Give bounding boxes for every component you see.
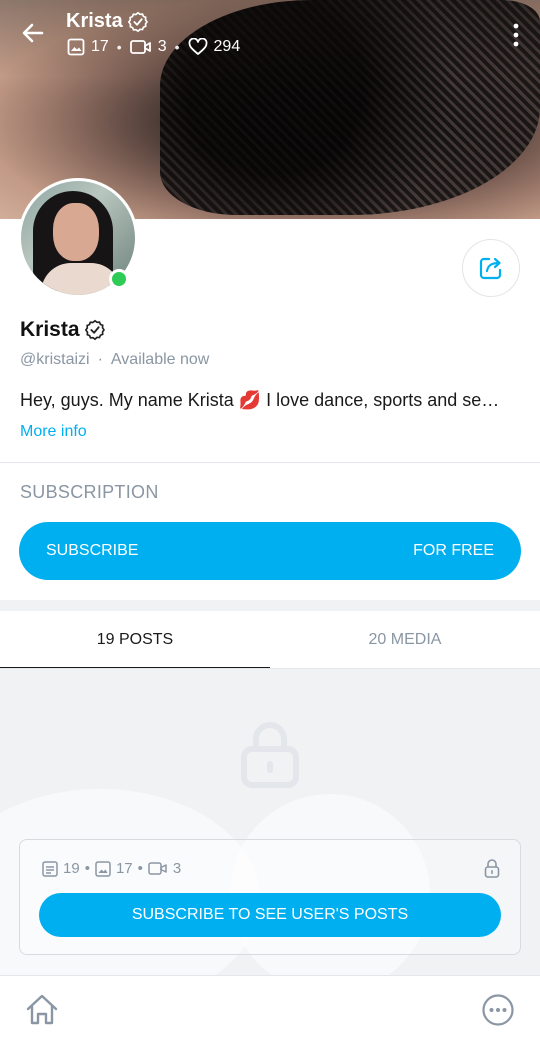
lock-icon xyxy=(241,722,299,788)
availability-status: Available now xyxy=(110,351,210,368)
online-status-indicator xyxy=(109,269,129,289)
header-name: Krista xyxy=(66,10,123,32)
share-icon xyxy=(479,257,502,280)
section-gap xyxy=(0,600,540,611)
header-title: Krista xyxy=(66,10,149,33)
profile-bio: Hey, guys. My name Krista 💋 I love dance… xyxy=(20,390,500,410)
more-info-link[interactable]: More info xyxy=(20,423,87,441)
subscribe-button[interactable]: SUBSCRIBE FOR FREE xyxy=(19,522,521,580)
bottom-navigation xyxy=(0,975,540,1042)
tab-posts[interactable]: 19 POSTS xyxy=(0,611,270,669)
video-count: 3 xyxy=(157,38,167,55)
post-count: 19 xyxy=(63,860,80,877)
subscription-title: SUBSCRIPTION xyxy=(20,482,159,502)
verified-badge-icon xyxy=(84,319,105,341)
photo-count: 17 xyxy=(115,860,133,877)
username: @kristaizi xyxy=(20,351,90,368)
image-icon xyxy=(95,860,111,877)
tab-media[interactable]: 20 MEDIA xyxy=(270,611,540,669)
video-icon xyxy=(148,862,167,875)
divider xyxy=(0,462,540,463)
more-icon[interactable] xyxy=(481,993,515,1027)
header-stats: 17 • 3 • 294 xyxy=(67,38,240,56)
likes-count: 294 xyxy=(213,38,241,55)
home-icon[interactable] xyxy=(24,992,60,1028)
post-icon xyxy=(42,860,58,877)
lock-icon xyxy=(484,859,500,878)
locked-stats: 19 • 17 • 3 xyxy=(42,860,181,877)
video-icon xyxy=(129,40,151,54)
locked-posts-card: 19 • 17 • 3 SUBSCRIBE TO SEE USER'S POST… xyxy=(19,839,521,955)
image-icon xyxy=(67,38,85,56)
subscribe-to-see-posts-button[interactable]: SUBSCRIBE TO SEE USER'S POSTS xyxy=(39,893,501,937)
content-tabs: 19 POSTS 20 MEDIA xyxy=(0,611,540,669)
kebab-menu-icon[interactable] xyxy=(512,22,520,48)
verified-badge-icon xyxy=(127,11,148,32)
video-count: 3 xyxy=(172,860,182,877)
price-label: FOR FREE xyxy=(413,542,494,559)
photo-count: 17 xyxy=(91,38,109,55)
profile-name: Krista xyxy=(20,318,106,342)
share-button[interactable] xyxy=(462,239,520,297)
arrow-left-icon[interactable] xyxy=(18,18,48,48)
heart-icon xyxy=(188,38,207,55)
separator: · xyxy=(97,351,103,368)
subscribe-label: SUBSCRIBE xyxy=(46,542,139,559)
profile-subline: @kristaizi · Available now xyxy=(20,351,209,369)
